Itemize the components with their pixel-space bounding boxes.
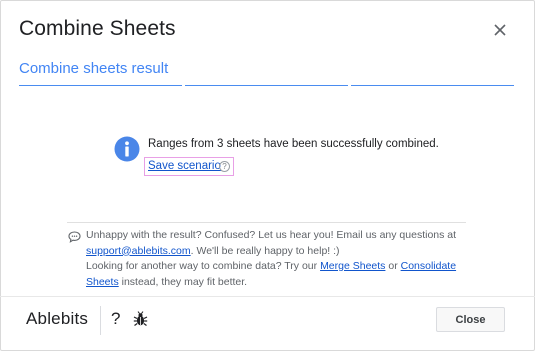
chat-bubble-icon [68, 231, 81, 243]
footer-divider [0, 296, 535, 297]
info-icon [114, 136, 140, 162]
step-progress-bar [19, 85, 514, 86]
success-message: Ranges from 3 sheets have been successfu… [148, 138, 439, 150]
merge-sheets-link[interactable]: Merge Sheets [320, 260, 385, 272]
help-circle-icon[interactable]: ? [219, 161, 230, 172]
progress-segment-3 [351, 85, 514, 86]
alternatives-text: Looking for another way to combine data?… [86, 260, 457, 288]
support-email-link[interactable]: support@ablebits.com [86, 245, 191, 257]
dialog-title: Combine Sheets [19, 17, 176, 40]
save-scenario-link[interactable]: Save scenario [148, 160, 221, 172]
help-icon[interactable]: ? [111, 309, 120, 329]
feedback-text: Unhappy with the result? Confused? Let u… [86, 229, 457, 257]
progress-segment-2 [185, 85, 348, 86]
dialog-frame [0, 0, 535, 351]
step-title: Combine sheets result [19, 60, 169, 77]
feedback-divider [67, 222, 466, 223]
footer-separator [100, 306, 101, 335]
ablebits-logo: Ablebits [26, 309, 89, 328]
bug-icon[interactable] [133, 311, 148, 327]
close-button[interactable]: Close [436, 307, 505, 332]
progress-segment-1 [19, 85, 182, 86]
close-x-icon[interactable] [492, 22, 508, 38]
